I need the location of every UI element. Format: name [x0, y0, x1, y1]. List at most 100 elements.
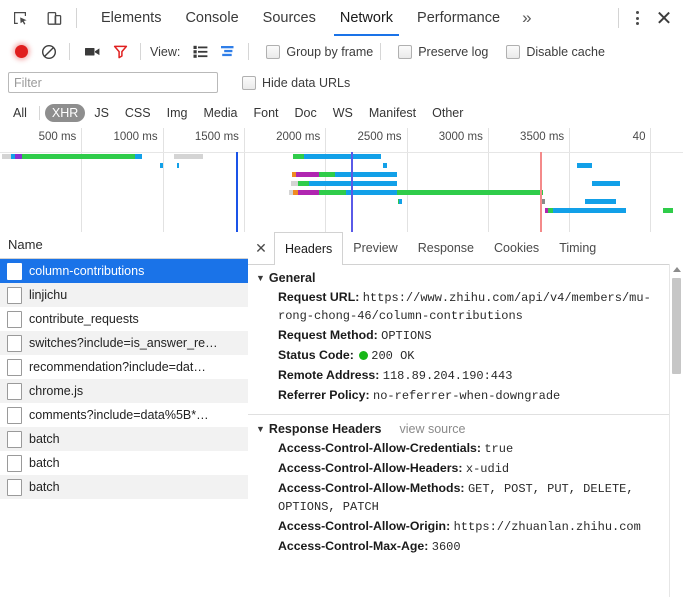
- timeline-tick-label: 2000 ms: [276, 131, 321, 143]
- type-filter-js[interactable]: JS: [87, 104, 116, 122]
- timeline-request-bar: [541, 199, 545, 204]
- type-filter-ws[interactable]: WS: [326, 104, 360, 122]
- response-headers-section-header[interactable]: ▼ Response Headers view source: [248, 419, 683, 439]
- type-filter-media[interactable]: Media: [196, 104, 244, 122]
- device-toolbar-icon[interactable]: [40, 4, 68, 32]
- request-row[interactable]: chrome.js: [0, 379, 248, 403]
- tab-performance[interactable]: Performance: [405, 0, 512, 36]
- type-filter-font[interactable]: Font: [247, 104, 286, 122]
- detail-tabs: ✕ Headers Preview Response Cookies Timin…: [248, 232, 683, 265]
- preserve-log-box-icon[interactable]: [398, 44, 413, 59]
- filter-button[interactable]: [107, 39, 133, 65]
- tab-console[interactable]: Console: [173, 0, 250, 36]
- tabbar-right-divider: [618, 8, 619, 28]
- header-key: Referrer Policy:: [278, 388, 374, 402]
- group-by-frame-box-icon[interactable]: [266, 44, 281, 59]
- toolbar-divider-2: [140, 43, 141, 60]
- more-tabs-chevron-icon[interactable]: »: [512, 0, 541, 36]
- type-filter-manifest[interactable]: Manifest: [362, 104, 423, 122]
- tab-response[interactable]: Response: [408, 233, 484, 264]
- response-headers-items: Access-Control-Allow-Credentials: true Ac…: [248, 439, 683, 557]
- waterfall-view-icon[interactable]: [215, 39, 241, 65]
- request-name: comments?include=data%5B*…: [29, 408, 209, 422]
- timeline-request-bar: [304, 154, 381, 159]
- timeline-request-bar: [318, 172, 335, 177]
- tab-network[interactable]: Network: [328, 0, 405, 36]
- detail-close-icon[interactable]: ✕: [248, 233, 274, 264]
- tab-sources[interactable]: Sources: [251, 0, 328, 36]
- request-name: contribute_requests: [29, 312, 139, 326]
- header-value: 3600: [431, 540, 461, 554]
- request-name: chrome.js: [29, 384, 84, 398]
- list-view-icon[interactable]: [187, 39, 213, 65]
- disable-cache-checkbox[interactable]: Disable cache: [500, 44, 605, 59]
- timeline-request-bar: [552, 208, 627, 213]
- type-filter-doc[interactable]: Doc: [288, 104, 324, 122]
- response-headers-triangle-icon[interactable]: ▼: [256, 424, 265, 434]
- request-row[interactable]: batch: [0, 451, 248, 475]
- view-label: View:: [150, 44, 181, 59]
- request-type-icon: [7, 334, 22, 352]
- header-value: OPTIONS: [381, 329, 432, 343]
- type-filter-all[interactable]: All: [6, 104, 34, 122]
- tab-elements[interactable]: Elements: [89, 0, 173, 36]
- timeline-event-line: [351, 152, 354, 232]
- tab-timing[interactable]: Timing: [549, 233, 606, 264]
- request-list: column-contributions linjichu contribute_r…: [0, 259, 248, 499]
- request-row[interactable]: linjichu: [0, 283, 248, 307]
- header-entry: Access-Control-Allow-Origin: https://zhu…: [248, 517, 683, 537]
- request-row[interactable]: recommendation?include=dat…: [0, 355, 248, 379]
- inspect-cursor-icon[interactable]: [6, 4, 34, 32]
- view-source-link[interactable]: view source: [399, 422, 465, 436]
- preserve-log-checkbox[interactable]: Preserve log: [392, 44, 488, 59]
- close-icon[interactable]: ✕: [649, 4, 679, 32]
- hide-data-urls-checkbox[interactable]: Hide data URLs: [236, 75, 350, 90]
- request-row[interactable]: comments?include=data%5B*…: [0, 403, 248, 427]
- request-row[interactable]: switches?include=is_answer_re…: [0, 331, 248, 355]
- header-entry: Access-Control-Allow-Credentials: true: [248, 439, 683, 459]
- tab-cookies[interactable]: Cookies: [484, 233, 549, 264]
- group-by-frame-checkbox[interactable]: Group by frame: [260, 44, 374, 59]
- record-button[interactable]: [8, 39, 34, 65]
- timeline-event-line: [539, 152, 542, 232]
- type-filter-xhr[interactable]: XHR: [44, 104, 86, 122]
- timeline-grid-line: [0, 152, 683, 153]
- request-row[interactable]: batch: [0, 475, 248, 499]
- header-entry: Access-Control-Allow-Methods: GET, POST,…: [248, 479, 683, 517]
- timeline-event-line: [235, 152, 238, 232]
- timeline-tick-label: 2500 ms: [357, 131, 402, 143]
- general-section-header[interactable]: ▼ General: [248, 268, 683, 288]
- network-lower-split: Name column-contributions linjichu contrib…: [0, 232, 683, 597]
- header-key: Request Method:: [278, 328, 382, 342]
- record-dot-icon: [14, 45, 28, 58]
- network-overview-timeline[interactable]: 500 ms 1000 ms 1500 ms 2000 ms 2500 ms 3000 m…: [0, 128, 683, 233]
- type-filter-css[interactable]: CSS: [118, 104, 158, 122]
- request-row[interactable]: column-contributions: [0, 259, 248, 283]
- general-items: Request URL: https://www.zhihu.com/api/v…: [248, 288, 683, 406]
- hide-data-urls-box-icon[interactable]: [242, 75, 256, 90]
- request-row[interactable]: contribute_requests: [0, 307, 248, 331]
- type-filter-img[interactable]: Img: [160, 104, 195, 122]
- header-value: true: [484, 442, 514, 456]
- tab-headers[interactable]: Headers: [274, 232, 344, 265]
- detail-scrollbar[interactable]: [669, 264, 683, 597]
- timeline-request-bar: [160, 163, 163, 168]
- timeline-request-bar: [396, 190, 544, 195]
- request-row[interactable]: batch: [0, 427, 248, 451]
- kebab-menu-icon[interactable]: [625, 4, 649, 32]
- clear-button[interactable]: [36, 39, 62, 65]
- tabbar-divider: [76, 8, 77, 28]
- tab-preview[interactable]: Preview: [343, 233, 407, 264]
- header-entry: Request URL: https://www.zhihu.com/api/v…: [248, 288, 683, 326]
- disable-cache-box-icon[interactable]: [506, 44, 521, 59]
- request-type-icon: [7, 358, 22, 376]
- scrollbar-thumb[interactable]: [672, 278, 681, 374]
- general-triangle-icon[interactable]: ▼: [256, 273, 265, 283]
- request-list-column-header[interactable]: Name: [0, 232, 248, 259]
- scroll-up-arrow-icon[interactable]: [673, 267, 681, 272]
- timeline-ruler: 500 ms 1000 ms 1500 ms 2000 ms 2500 ms 3000 m…: [0, 128, 683, 232]
- type-filter-other[interactable]: Other: [425, 104, 470, 122]
- filter-input[interactable]: [8, 72, 218, 93]
- camera-button[interactable]: [79, 39, 105, 65]
- group-by-frame-label: Group by frame: [286, 44, 374, 59]
